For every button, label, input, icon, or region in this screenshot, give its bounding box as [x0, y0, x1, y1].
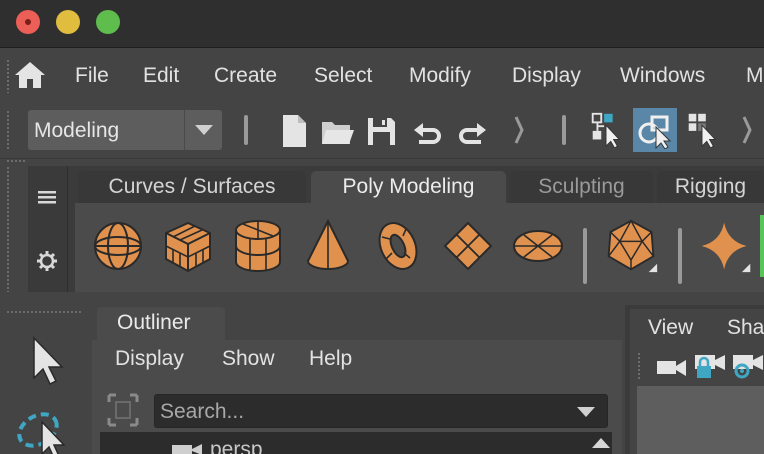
poly-plane-icon[interactable] [440, 215, 496, 277]
poly-cylinder-icon[interactable] [230, 215, 286, 277]
poly-cube-icon[interactable] [160, 215, 216, 277]
home-icon[interactable] [13, 60, 47, 90]
filter-icon[interactable] [106, 392, 140, 428]
chevron-down-icon[interactable] [577, 407, 595, 417]
new-scene-icon[interactable] [277, 112, 311, 150]
minimize-window-button[interactable] [56, 10, 80, 34]
outliner-search-input[interactable] [160, 399, 560, 425]
shelf-grip [6, 166, 10, 292]
outliner-search-field[interactable] [154, 394, 608, 428]
chevron-down-icon [195, 125, 213, 135]
select-by-component-icon[interactable] [685, 110, 719, 148]
poly-torus-icon[interactable] [370, 215, 426, 277]
viewport-menu-shading[interactable]: Sha [727, 316, 764, 340]
close-window-button[interactable] [16, 10, 40, 34]
viewport-canvas[interactable] [637, 386, 764, 454]
poly-sphere-icon[interactable] [90, 215, 146, 277]
toolbox [0, 300, 86, 454]
tab-outliner[interactable]: Outliner [97, 307, 225, 341]
menu-modify[interactable]: Modify [409, 64, 471, 88]
mode-selector-arrow[interactable] [184, 110, 222, 150]
mode-selector[interactable]: Modeling [28, 110, 222, 150]
gear-icon[interactable] [37, 251, 57, 271]
camera-attributes-icon[interactable] [732, 352, 764, 380]
redo-icon[interactable] [456, 112, 490, 150]
shelf-sidebar [28, 166, 68, 292]
shelf-tab-rigging[interactable]: Rigging [657, 171, 764, 203]
menubar-grip [6, 59, 10, 93]
shelf-tab-sculpting[interactable]: Sculpting [510, 171, 653, 203]
shelf-overflow-indicator [760, 215, 764, 277]
viewport-menu-view[interactable]: View [648, 316, 693, 340]
shelf-tab-poly-modeling[interactable]: Poly Modeling [311, 171, 506, 203]
shelf-tab-label: Curves / Surfaces [108, 175, 276, 198]
super-shape-icon[interactable] [698, 215, 754, 277]
menu-create[interactable]: Create [214, 64, 277, 88]
shelf-tab-curves-surfaces[interactable]: Curves / Surfaces [78, 171, 306, 203]
save-scene-icon[interactable] [364, 112, 398, 150]
window-titlebar [0, 0, 764, 48]
statusline-grip [6, 110, 10, 150]
shelf-tab-label: Sculpting [538, 175, 625, 198]
chevron-right-icon[interactable] [742, 115, 752, 145]
camera-lock-icon[interactable] [694, 352, 726, 380]
select-tool-icon[interactable] [28, 334, 68, 390]
mode-selector-value: Modeling [34, 119, 120, 142]
chevron-right-icon[interactable] [514, 115, 524, 145]
outliner-menu-display[interactable]: Display [115, 347, 184, 371]
outliner-item-label[interactable]: persp [210, 438, 263, 454]
camera-icon[interactable] [656, 356, 688, 378]
menu-display[interactable]: Display [512, 64, 581, 88]
select-by-hierarchy-icon[interactable] [589, 110, 623, 148]
outliner-menu-help[interactable]: Help [309, 347, 352, 371]
zoom-window-button[interactable] [96, 10, 120, 34]
camera-icon [172, 444, 202, 454]
open-scene-icon[interactable] [320, 112, 354, 150]
outliner-menu-show[interactable]: Show [222, 347, 275, 371]
shelf-tab-label: Rigging [674, 175, 747, 198]
shelf-tab-label: Poly Modeling [342, 175, 475, 198]
viewport-toolbar-grip [637, 352, 641, 380]
poly-platonic-icon[interactable] [603, 215, 659, 277]
shelf-separator [583, 228, 587, 284]
scroll-up-arrow[interactable] [592, 438, 610, 448]
undo-icon[interactable] [410, 112, 444, 150]
menu-edit[interactable]: Edit [143, 64, 179, 88]
poly-cone-icon[interactable] [300, 215, 356, 277]
poly-disc-icon[interactable] [510, 215, 566, 277]
menu-icon[interactable] [38, 190, 56, 204]
shelf-grip [6, 159, 26, 163]
menu-file[interactable]: File [75, 64, 109, 88]
menu-more[interactable]: M [746, 64, 764, 88]
select-by-object-type-button[interactable] [633, 108, 677, 152]
select-by-object-icon [638, 115, 672, 149]
outliner-tab-label: Outliner [117, 311, 191, 334]
toolbar-separator [562, 115, 566, 145]
shelf-separator [678, 228, 682, 284]
main-menubar: File Edit Create Select Modify Display W… [0, 49, 764, 101]
menu-windows[interactable]: Windows [620, 64, 705, 88]
menu-select[interactable]: Select [314, 64, 372, 88]
toolbar-separator [244, 115, 248, 145]
lasso-tool-icon[interactable] [14, 406, 72, 454]
